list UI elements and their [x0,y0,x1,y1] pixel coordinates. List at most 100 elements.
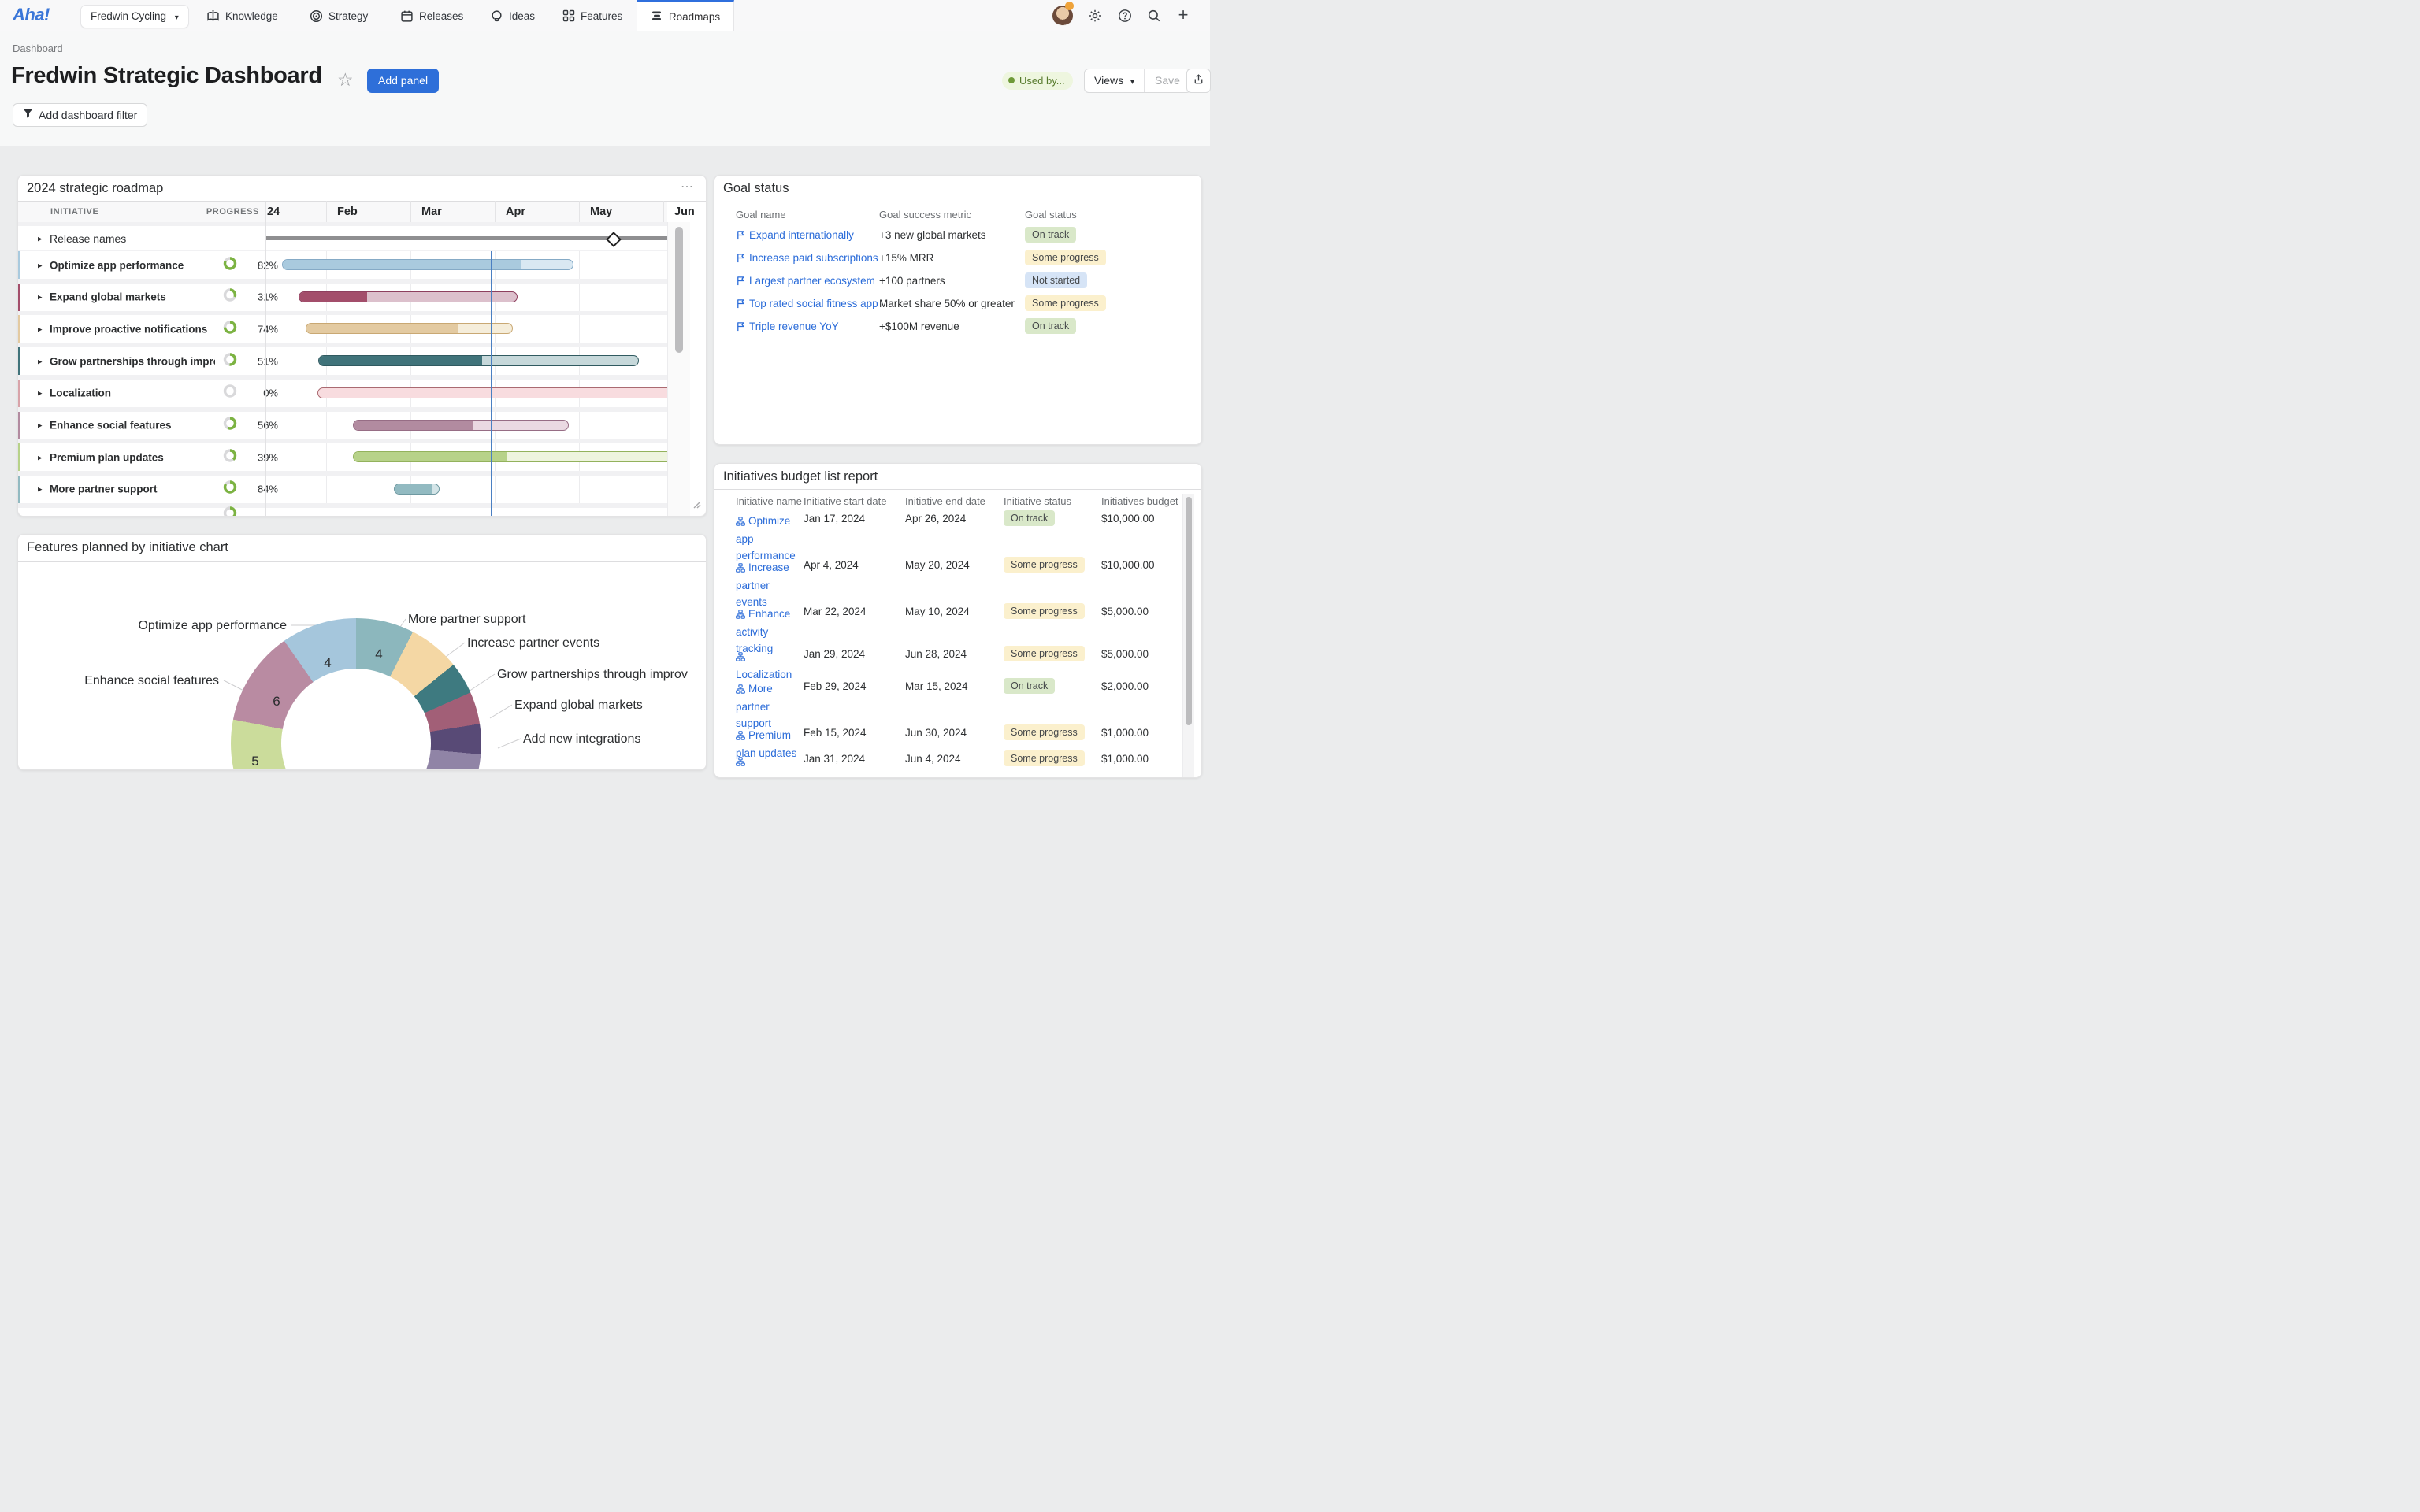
gantt-bar[interactable] [353,451,667,462]
gantt-row[interactable]: ▸ Expand global markets 31% [18,284,667,311]
col-initiative[interactable]: INITIATIVE [50,207,98,217]
donut-label[interactable]: More partner support [408,613,525,627]
donut-label[interactable]: Increase partner events [467,636,599,650]
expand-caret-icon[interactable]: ▸ [38,233,43,243]
help-icon[interactable] [1118,9,1132,23]
gantt-bar[interactable] [306,323,513,334]
initiative-name[interactable]: Optimize app performance [50,259,184,271]
green-dot-icon [1008,77,1015,83]
goal-col-metric[interactable]: Goal success metric [879,209,971,220]
donut-label[interactable]: Optimize app performance [138,619,287,633]
goal-col-status[interactable]: Goal status [1025,209,1077,220]
nav-item-features[interactable]: Features [562,0,622,32]
scrollbar-thumb[interactable] [1186,497,1192,725]
initiative-link[interactable]: More partner support [736,680,804,732]
gantt-row[interactable]: ▸ More partner support 84% [18,476,667,503]
donut-label[interactable]: Expand global markets [514,699,643,713]
start-date: Jan 29, 2024 [804,648,865,660]
initiative-name[interactable]: More partner support [50,484,158,495]
budget-col-budget[interactable]: Initiatives budget [1101,495,1180,507]
gantt-bar[interactable] [317,387,667,398]
initiative-name[interactable]: Localization [50,387,111,399]
gantt-row[interactable]: ▸ Premium plan updates 39% [18,443,667,471]
views-button[interactable]: Views ▾ [1085,69,1145,92]
status-badge: Some progress [1004,603,1085,619]
initiative-name[interactable]: Enhance social features [50,420,172,432]
expand-caret-icon[interactable]: ▸ [38,421,43,431]
end-date: Jun 4, 2024 [905,753,961,765]
add-dashboard-filter-button[interactable]: Add dashboard filter [13,103,147,127]
gantt-row[interactable]: ▸ Improve proactive notifications 74% [18,315,667,343]
favorite-star-icon[interactable]: ☆ [337,69,354,91]
donut-label[interactable]: Add new integrations [523,732,640,747]
nav-item-releases[interactable]: Releases [400,0,463,32]
expand-caret-icon[interactable]: ▸ [38,260,43,270]
plus-icon[interactable]: + [1176,4,1190,18]
scrollbar-thumb[interactable] [675,227,683,353]
goal-link[interactable]: Expand internationally [736,229,854,243]
progress-ring [223,480,237,498]
donut-label[interactable]: Grow partnerships through improv [497,668,688,682]
start-date: Jan 17, 2024 [804,513,865,524]
expand-caret-icon[interactable]: ▸ [38,452,43,462]
budget-col-status[interactable]: Initiative status [1004,495,1071,507]
save-button[interactable]: Save [1145,69,1190,92]
goal-col-name[interactable]: Goal name [736,209,786,220]
goal-link[interactable]: Largest partner ecosystem [736,275,875,288]
search-icon[interactable] [1147,9,1161,23]
workspace-switcher[interactable]: Fredwin Cycling ▾ [80,5,189,28]
gantt-row[interactable]: ▸ Optimize app performance 82% [18,251,667,279]
gantt-bar[interactable] [318,355,639,366]
budget-col-start[interactable]: Initiative start date [804,495,887,507]
initiative-link[interactable]: Increase partner events [736,559,804,610]
budget-scrollbar[interactable] [1182,494,1194,777]
expand-caret-icon[interactable]: ▸ [38,292,43,302]
start-date: Apr 4, 2024 [804,559,859,571]
initiative-name[interactable]: Premium plan updates [50,451,164,463]
expand-caret-icon[interactable]: ▸ [38,388,43,398]
initiative-name[interactable]: Improve proactive notifications [50,323,207,335]
today-line [491,251,492,516]
gear-icon[interactable] [1088,9,1102,23]
panel-menu-icon[interactable]: ⋯ [681,179,695,195]
budget-col-end[interactable]: Initiative end date [905,495,985,507]
gantt-bar[interactable] [299,291,518,302]
resize-handle[interactable] [691,498,701,513]
page-header: Dashboard Fredwin Strategic Dashboard ☆ … [0,32,1210,146]
expand-caret-icon[interactable]: ▸ [38,324,43,334]
initiative-name[interactable]: Grow partnerships through impro... [50,355,215,367]
gantt-bar[interactable] [353,420,569,431]
gantt-row[interactable]: ▸ Enhance social features 56% [18,412,667,439]
used-by-badge[interactable]: Used by... [1002,72,1073,90]
gantt-row[interactable]: ▸ Localization 0% [18,380,667,407]
goal-link[interactable]: Top rated social fitness app [736,298,878,311]
donut-label[interactable]: Enhance social features [84,674,219,688]
initiative-link[interactable]: Optimize app performance [736,513,804,564]
milestone-diamond[interactable] [606,232,622,247]
gantt-bar[interactable] [394,484,440,495]
initiative-link[interactable]: Localization [736,648,804,683]
goal-link[interactable]: Increase paid subscriptions [736,252,878,265]
release-names-row[interactable]: ▸ Release names [18,226,667,250]
breadcrumb[interactable]: Dashboard [13,43,63,54]
nav-item-strategy[interactable]: Strategy [310,0,368,32]
initiative-name[interactable]: Expand global markets [50,291,166,303]
aha-logo[interactable]: Aha! [13,5,50,25]
gantt-row[interactable]: ▸ Grow partnerships through impro... 51% [18,347,667,375]
month-label: Apr [506,206,525,218]
goal-link[interactable]: Triple revenue YoY [736,321,839,334]
col-progress[interactable]: PROGRESS [206,207,259,217]
month-label: May [590,206,612,218]
expand-caret-icon[interactable]: ▸ [38,484,43,495]
expand-caret-icon[interactable]: ▸ [38,356,43,366]
nav-item-knowledge[interactable]: Knowledge [206,0,278,32]
initiative-link[interactable] [736,753,804,771]
gantt-scrollbar[interactable] [667,222,690,516]
nav-item-roadmaps-active[interactable]: Roadmaps [637,0,734,32]
share-button[interactable] [1186,69,1211,93]
budget-col-name[interactable]: Initiative name [736,495,802,507]
flag-icon [736,231,746,243]
nav-item-ideas[interactable]: Ideas [490,0,535,32]
add-panel-button[interactable]: Add panel [367,69,439,93]
gantt-bar[interactable] [282,259,573,270]
